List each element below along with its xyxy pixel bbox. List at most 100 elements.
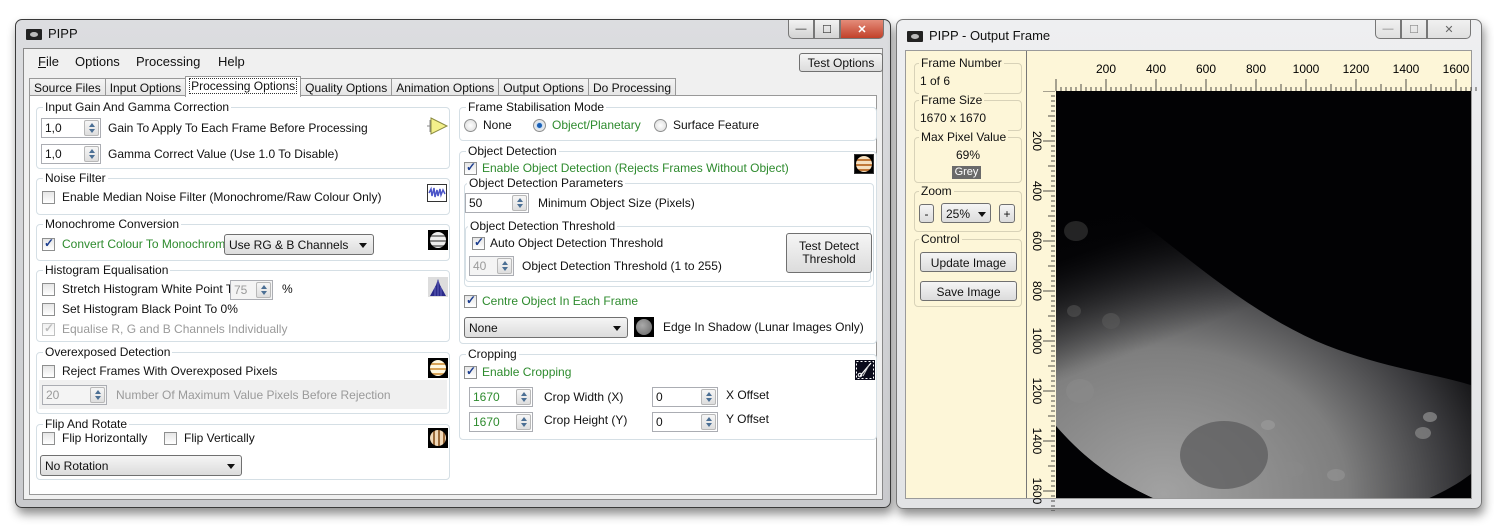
min-size-spinner[interactable]: 50 — [465, 193, 529, 213]
radio-surface-feature[interactable] — [654, 119, 667, 132]
channel-select[interactable]: Use RG & B Channels — [224, 234, 374, 255]
spinner-arrows[interactable] — [84, 146, 99, 162]
median-noise-checkbox[interactable] — [42, 191, 55, 204]
minimize-button[interactable]: — — [1375, 20, 1401, 39]
scissors-icon — [855, 360, 875, 380]
radio-object-planetary-label: Object/Planetary — [552, 118, 641, 132]
ruler-x-label: 1200 — [1343, 62, 1370, 76]
spinner-arrows[interactable] — [701, 414, 716, 430]
cropping-group: Cropping Enable Cropping 1670 Crop Width… — [459, 347, 877, 440]
enable-object-detection-label: Enable Object Detection (Rejects Frames … — [482, 161, 789, 175]
group-legend: Control — [919, 232, 962, 246]
maximize-button[interactable]: ☐ — [814, 20, 840, 39]
group-legend: Monochrome Conversion — [43, 217, 182, 231]
menu-options[interactable]: Options — [75, 54, 120, 69]
crop-width-label: Crop Width (X) — [544, 390, 624, 404]
enable-object-detection-checkbox[interactable] — [464, 160, 477, 175]
ruler-x-label: 1400 — [1393, 62, 1420, 76]
title-bar[interactable]: PIPP - Output Frame — ☐ ✕ — [897, 20, 1481, 48]
title-bar[interactable]: PIPP — ☐ ✕ — [16, 20, 890, 48]
stabilisation-group: Frame Stabilisation Mode None Object/Pla… — [459, 100, 877, 141]
output-image-viewport[interactable] — [1056, 91, 1471, 498]
enable-cropping-checkbox[interactable] — [464, 364, 477, 379]
black-point-label: Set Histogram Black Point To 0% — [62, 302, 238, 316]
close-button[interactable]: ✕ — [840, 20, 884, 39]
equalise-channels-checkbox[interactable] — [42, 321, 55, 336]
update-image-button[interactable]: Update Image — [920, 252, 1017, 272]
reject-overexposed-label: Reject Frames With Overexposed Pixels — [62, 364, 278, 378]
y-offset-spinner[interactable]: 0 — [652, 412, 718, 432]
ruler-y-label: 1000 — [1030, 328, 1044, 355]
group-legend: Flip And Rotate — [43, 417, 130, 431]
menu-bar: File Options Processing Help — [24, 49, 882, 74]
frame-size-group: Frame Size 1670 x 1670 — [914, 93, 1022, 131]
max-pixels-spinner[interactable]: 20 — [42, 385, 107, 405]
crop-height-spinner[interactable]: 1670 — [469, 412, 533, 432]
group-legend: Noise Filter — [43, 171, 108, 185]
rotation-select[interactable]: No Rotation — [40, 455, 242, 476]
crop-width-spinner[interactable]: 1670 — [469, 387, 533, 407]
maximize-button[interactable]: ☐ — [1401, 20, 1427, 39]
radio-none[interactable] — [464, 119, 477, 132]
gain-gamma-group: Input Gain And Gamma Correction 1,0 Gain… — [36, 100, 450, 169]
spinner-arrows[interactable] — [516, 414, 531, 430]
flip-horizontal-checkbox[interactable] — [42, 432, 55, 445]
spinner-arrows[interactable] — [701, 389, 716, 405]
noise-waveform-icon — [427, 184, 447, 202]
median-noise-label: Enable Median Noise Filter (Monochrome/R… — [62, 190, 382, 204]
zoom-select[interactable]: 25% — [941, 203, 991, 223]
zoom-group: Zoom - 25% + — [914, 184, 1022, 232]
test-options-button[interactable]: Test Options — [799, 53, 883, 72]
menu-file[interactable]: File — [38, 54, 59, 69]
gamma-spinner[interactable]: 1,0 — [41, 144, 101, 164]
ruler-y-label: 1600 — [1030, 478, 1044, 505]
white-point-spinner[interactable]: 75 — [230, 280, 273, 300]
tab-processing-options[interactable]: Processing Options — [185, 76, 302, 97]
spinner-arrows[interactable] — [516, 389, 531, 405]
auto-threshold-label: Auto Object Detection Threshold — [490, 236, 664, 250]
convert-monochrome-checkbox[interactable] — [42, 236, 55, 251]
group-legend: Max Pixel Value — [919, 130, 1009, 144]
minimize-button[interactable]: — — [788, 20, 814, 39]
app-icon — [907, 31, 923, 42]
max-pixel-group: Max Pixel Value 69% Grey — [914, 130, 1022, 183]
black-point-checkbox[interactable] — [42, 303, 55, 316]
rotated-planet-icon — [428, 428, 448, 448]
reject-overexposed-checkbox[interactable] — [42, 365, 55, 378]
save-image-button[interactable]: Save Image — [920, 281, 1017, 301]
spinner-arrows[interactable] — [90, 387, 105, 403]
pipp-main-window: PIPP — ☐ ✕ File Options Processing Help … — [15, 19, 891, 508]
flip-vertical-label: Flip Vertically — [184, 431, 255, 445]
enable-cropping-label: Enable Cropping — [482, 365, 572, 379]
bright-planet-icon — [428, 358, 448, 378]
test-detect-threshold-button[interactable]: Test Detect Threshold — [786, 233, 872, 273]
spinner-arrows[interactable] — [512, 195, 527, 211]
ruler-x-label: 200 — [1096, 62, 1116, 76]
gain-spinner[interactable]: 1,0 — [41, 118, 101, 138]
ruler-x-label: 1000 — [1293, 62, 1320, 76]
group-legend: Frame Number — [919, 56, 1004, 70]
close-button[interactable]: ✕ — [1427, 20, 1471, 39]
menu-processing[interactable]: Processing — [136, 54, 200, 69]
detection-params-group: Object Detection Parameters 50 Minimum O… — [464, 176, 874, 287]
stretch-white-checkbox[interactable] — [42, 283, 55, 296]
spinner-arrows[interactable] — [84, 120, 99, 136]
menu-help[interactable]: Help — [218, 54, 245, 69]
edge-shadow-select[interactable]: None — [464, 317, 628, 338]
radio-object-planetary[interactable] — [533, 119, 546, 132]
ruler-x-label: 1600 — [1443, 62, 1470, 76]
spinner-arrows[interactable] — [497, 258, 512, 274]
threshold-spinner[interactable]: 40 — [469, 256, 514, 276]
ruler-x-label: 400 — [1146, 62, 1166, 76]
flip-vertical-checkbox[interactable] — [164, 432, 177, 445]
grey-planet-icon — [428, 230, 448, 250]
spinner-arrows[interactable] — [256, 282, 271, 298]
window-title: PIPP - Output Frame — [929, 28, 1051, 43]
info-side-panel: Frame Number 1 of 6 Frame Size 1670 x 16… — [906, 51, 1027, 498]
zoom-in-button[interactable]: + — [999, 204, 1015, 223]
auto-threshold-checkbox[interactable] — [472, 235, 485, 250]
centre-object-checkbox[interactable] — [464, 293, 477, 308]
zoom-out-button[interactable]: - — [919, 204, 934, 223]
x-offset-spinner[interactable]: 0 — [652, 387, 718, 407]
min-size-label: Minimum Object Size (Pixels) — [538, 196, 695, 210]
